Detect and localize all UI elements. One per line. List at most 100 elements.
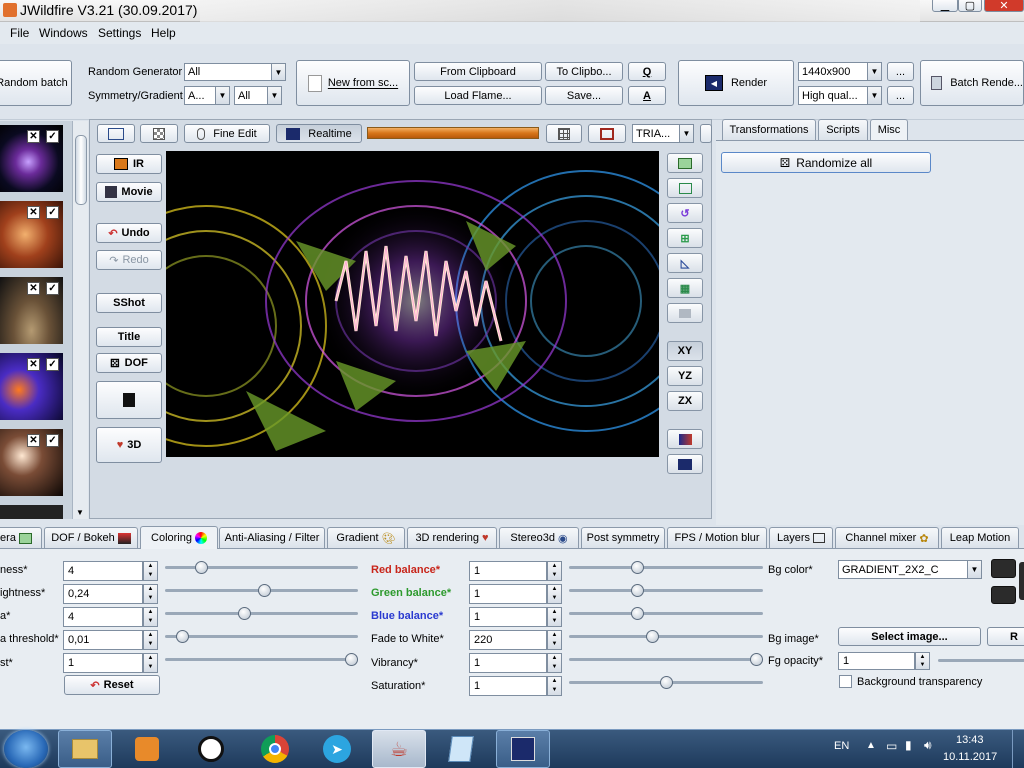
checker-view-button[interactable] (140, 124, 178, 143)
new-from-script-button[interactable]: New from sc... (296, 60, 410, 106)
delete-thumbnail-icon[interactable]: ✕ (27, 282, 40, 295)
col1-spinner[interactable]: ▲ ▼ (143, 561, 158, 581)
green-balance-slider-knob[interactable] (631, 584, 644, 597)
tab-scripts[interactable]: Scripts (818, 119, 868, 140)
render-preview-button[interactable] (667, 454, 703, 474)
tab-misc[interactable]: Misc (870, 119, 908, 140)
editor-task[interactable] (496, 730, 550, 768)
batch-render-button[interactable]: Batch Rende... (920, 60, 1024, 106)
language-indicator[interactable]: EN (834, 740, 849, 752)
col1-field[interactable]: 4 (63, 561, 143, 581)
col1-slider-track[interactable] (165, 658, 358, 661)
collapse-button[interactable] (700, 124, 712, 143)
q-button[interactable]: Q (628, 62, 666, 81)
bg-color-swatch-2[interactable] (991, 586, 1016, 604)
dof-button[interactable]: ⚄ DOF (96, 353, 162, 373)
bg-color-swatch-3[interactable] (1019, 562, 1024, 600)
render-button[interactable]: ◀ Render (678, 60, 794, 106)
transform-edit-button[interactable] (667, 178, 703, 198)
tab-camera[interactable]: era (0, 527, 42, 548)
menu-windows[interactable]: Windows (39, 26, 88, 40)
menu-settings[interactable]: Settings (98, 26, 141, 40)
select-thumbnail-checkbox[interactable]: ✓ (46, 130, 59, 143)
bg-color-select[interactable]: GRADIENT_2X2_C ▼ (838, 560, 982, 579)
col1-field[interactable]: 1 (63, 653, 143, 673)
delete-thumbnail-icon[interactable]: ✕ (27, 130, 40, 143)
vibrancy-slider-track[interactable] (569, 658, 763, 661)
zx-button[interactable]: ZX (667, 391, 703, 411)
fade-to-white-slider-track[interactable] (569, 635, 763, 638)
xy-button[interactable]: XY (667, 341, 703, 361)
sshot-button[interactable]: SShot (96, 293, 162, 313)
show-desktop-button[interactable] (1012, 730, 1024, 768)
network-icon[interactable]: ▮ (905, 738, 912, 752)
remove-image-button[interactable]: R (987, 627, 1024, 646)
tab-leap-motion[interactable]: Leap Motion (941, 527, 1019, 548)
random-batch-button[interactable]: Random batch (0, 60, 72, 106)
a-button[interactable]: A (628, 86, 666, 105)
tray-device-icon[interactable]: ▭ (886, 739, 897, 753)
col1-slider-track[interactable] (165, 635, 358, 638)
fractal-preview[interactable] (166, 151, 659, 457)
reset-button[interactable]: ↶ Reset (64, 675, 160, 695)
graph-view-button[interactable] (97, 124, 135, 143)
tab-transformations[interactable]: Transformations (722, 119, 816, 140)
java-task[interactable]: ☕︎ (372, 730, 426, 768)
triangle-button[interactable]: ◺ (667, 253, 703, 273)
3d-button[interactable]: ♥ 3D (96, 427, 162, 463)
saturation-field[interactable]: 1 (469, 676, 547, 696)
scrollbar-thumb[interactable] (75, 135, 87, 205)
select-thumbnail-checkbox[interactable]: ✓ (46, 206, 59, 219)
randomize-all-button[interactable]: ⚄ Randomize all (721, 152, 931, 173)
col1-spinner[interactable]: ▲ ▼ (143, 584, 158, 604)
green-balance-slider-track[interactable] (569, 589, 763, 592)
clock-time[interactable]: 13:43 (956, 734, 984, 746)
gradient-select[interactable]: All ▼ (234, 86, 282, 105)
fine-edit-button[interactable]: Fine Edit (184, 124, 270, 143)
thumbnail-6[interactable] (0, 505, 63, 519)
preview-image-button[interactable] (667, 153, 703, 173)
menu-file[interactable]: File (10, 26, 29, 40)
green-balance-spinner[interactable]: ▲ ▼ (547, 584, 562, 604)
clock-date[interactable]: 10.11.2017 (943, 751, 997, 763)
tab-3d-rendering[interactable]: 3D rendering ♥ (407, 527, 497, 548)
movie-button[interactable]: Movie (96, 182, 162, 202)
undo-button[interactable]: ↶ Undo (96, 223, 162, 243)
disabled-button[interactable] (667, 303, 703, 323)
ir-button[interactable]: IR (96, 154, 162, 174)
load-flame-button[interactable]: Load Flame... (414, 86, 542, 105)
blue-balance-slider-knob[interactable] (631, 607, 644, 620)
tab-layers[interactable]: Layers (769, 527, 833, 548)
red-balance-slider-knob[interactable] (631, 561, 644, 574)
telegram-task[interactable]: ➤ (310, 730, 364, 768)
col1-slider-knob[interactable] (238, 607, 251, 620)
col1-field[interactable]: 4 (63, 607, 143, 627)
fg-opacity-field[interactable]: 1 (838, 652, 915, 670)
red-balance-spinner[interactable]: ▲ ▼ (547, 561, 562, 581)
col1-slider-track[interactable] (165, 612, 358, 615)
blue-balance-slider-track[interactable] (569, 612, 763, 615)
random-generator-select[interactable]: All ▼ (184, 63, 286, 81)
from-clipboard-button[interactable]: From Clipboard (414, 62, 542, 81)
notepad-task[interactable] (434, 730, 488, 768)
resolution-more-button[interactable]: ... (887, 62, 914, 81)
triangle-mode-select[interactable]: TRIA... ▼ (632, 124, 694, 143)
tab-coloring[interactable]: Coloring (140, 526, 218, 549)
col1-spinner[interactable]: ▲ ▼ (143, 653, 158, 673)
resolution-select[interactable]: 1440x900 ▼ (798, 62, 882, 81)
to-clipboard-button[interactable]: To Clipbo... (545, 62, 623, 81)
col1-spinner[interactable]: ▲ ▼ (143, 630, 158, 650)
explorer-task[interactable] (58, 730, 112, 768)
title-button[interactable]: Title (96, 327, 162, 347)
thumbnail-scrollbar[interactable]: ▼ (72, 121, 88, 519)
minimize-button[interactable]: ▁ (932, 0, 958, 12)
yz-button[interactable]: YZ (667, 366, 703, 386)
select-image-button[interactable]: Select image... (838, 627, 981, 646)
fg-opacity-spinner[interactable]: ▲ ▼ (915, 652, 930, 670)
realtime-button[interactable]: Realtime (276, 124, 362, 143)
menu-help[interactable]: Help (151, 26, 176, 40)
tab-fps-motion-blur[interactable]: FPS / Motion blur (667, 527, 767, 548)
save-button[interactable]: Save... (545, 86, 623, 105)
fade-to-white-spinner[interactable]: ▲ ▼ (547, 630, 562, 650)
blue-balance-spinner[interactable]: ▲ ▼ (547, 607, 562, 627)
